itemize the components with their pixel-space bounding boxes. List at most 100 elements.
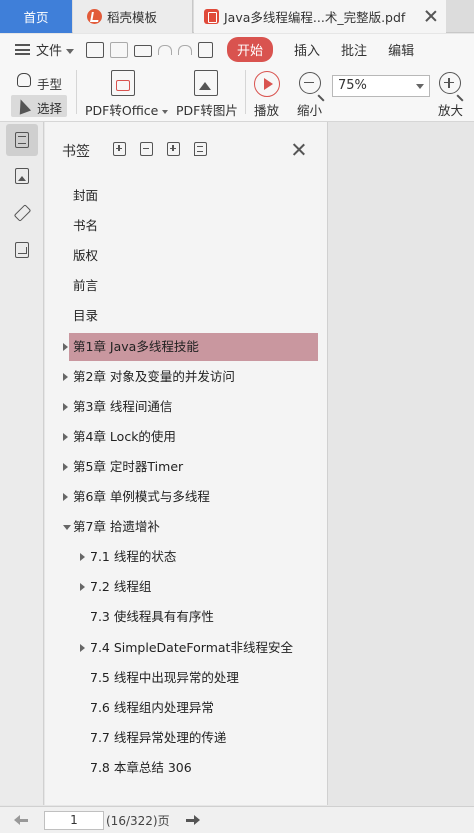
bookmark-item[interactable]: 版权 <box>69 242 318 270</box>
bookmark-item[interactable]: 第7章 拾遗增补 <box>63 513 318 541</box>
bookmark-item[interactable]: 7.4 SimpleDateFormat非线程安全 <box>69 634 318 662</box>
open-folder-icon[interactable] <box>86 41 105 58</box>
tab-document[interactable]: Java多线程编程...术_完整版.pdf <box>194 0 446 33</box>
pdf-to-office-button[interactable]: PDF转Office <box>85 100 169 119</box>
bookmarks-title: 书签 <box>62 144 90 160</box>
add-bookmark-icon[interactable] <box>113 142 126 156</box>
bookmark-label: 第1章 Java多线程技能 <box>73 339 199 354</box>
bookmark-item[interactable]: 书名 <box>69 212 318 240</box>
ribbon-divider <box>245 70 246 114</box>
bookmark-item[interactable]: 第5章 定时器Timer <box>63 453 318 481</box>
save-icon[interactable] <box>110 41 129 58</box>
document-view[interactable] <box>329 122 474 805</box>
close-panel-icon[interactable] <box>292 142 306 156</box>
hand-tool-icon[interactable] <box>17 73 31 87</box>
side-nav-strip <box>0 122 44 805</box>
thumbnail-icon <box>15 168 29 184</box>
quick-access-toolbar <box>86 41 214 58</box>
pdf-file-icon <box>204 9 219 24</box>
bookmark-item[interactable]: 第1章 Java多线程技能 <box>63 333 318 361</box>
tab-start[interactable]: 开始 <box>227 37 274 62</box>
collapse-arrow-icon[interactable] <box>63 525 71 530</box>
bookmark-item[interactable]: 7.2 线程组 <box>69 573 318 601</box>
attachments-panel-button[interactable] <box>6 234 38 266</box>
bookmark-label: 7.2 线程组 <box>90 579 152 594</box>
bookmark-item[interactable]: 7.8 本章总结 306 <box>69 754 318 782</box>
zoom-level-value: 75% <box>338 78 367 93</box>
bookmark-item[interactable]: 7.1 线程的状态 <box>69 543 318 571</box>
file-menu-label: 文件 <box>36 44 63 59</box>
daoke-logo-icon <box>87 9 102 24</box>
expand-arrow-icon[interactable] <box>63 433 68 441</box>
bookmark-label: 7.6 线程组内处理异常 <box>90 700 214 715</box>
print-icon[interactable] <box>134 45 153 57</box>
zoom-out-button[interactable]: 缩小 <box>297 100 322 119</box>
expand-arrow-icon[interactable] <box>63 463 68 471</box>
bookmark-label: 7.1 线程的状态 <box>90 549 177 564</box>
export-icon[interactable] <box>198 41 214 58</box>
bookmark-list-icon <box>15 132 29 148</box>
thumbnails-panel-button[interactable] <box>6 160 38 192</box>
tab-home-label: 首页 <box>23 10 49 25</box>
bookmark-item[interactable]: 第4章 Lock的使用 <box>63 423 318 451</box>
bookmark-label: 第4章 Lock的使用 <box>73 429 176 444</box>
bookmark-item[interactable]: 第6章 单例模式与多线程 <box>63 483 318 511</box>
bookmarks-panel-button[interactable] <box>6 124 38 156</box>
chevron-down-icon <box>66 49 75 54</box>
bookmark-item[interactable]: 前言 <box>69 272 318 300</box>
bookmark-item[interactable]: 7.3 使线程具有有序性 <box>69 603 318 631</box>
bookmark-label: 版权 <box>73 248 99 263</box>
bookmark-item[interactable]: 目录 <box>69 302 318 330</box>
tab-insert[interactable]: 插入 <box>294 40 320 59</box>
delete-bookmark-icon[interactable] <box>140 142 153 156</box>
bookmark-item[interactable]: 7.6 线程组内处理异常 <box>69 694 318 722</box>
zoom-in-button[interactable]: 放大 <box>438 100 463 119</box>
page-navigation-bar: 1 (16/322)页 <box>0 806 474 833</box>
bookmark-item[interactable]: 7.7 线程异常处理的传递 <box>69 724 318 752</box>
hamburger-menu-icon[interactable] <box>15 44 30 55</box>
expand-arrow-icon[interactable] <box>80 644 85 652</box>
expand-arrow-icon[interactable] <box>63 343 68 351</box>
play-button[interactable]: 播放 <box>254 100 279 119</box>
tab-bar: 首页 稻壳模板 Java多线程编程...术_完整版.pdf <box>0 0 474 33</box>
add-child-bookmark-icon[interactable] <box>167 142 180 156</box>
expand-arrow-icon[interactable] <box>63 403 68 411</box>
pdf-to-office-icon[interactable] <box>111 70 135 96</box>
bookmark-item[interactable]: 7.5 线程中出现异常的处理 <box>69 664 318 692</box>
expand-arrow-icon[interactable] <box>80 553 85 561</box>
tab-daoke-templates[interactable]: 稻壳模板 <box>73 0 193 33</box>
next-page-icon[interactable] <box>186 815 200 825</box>
bookmarks-panel: 书签 封面 书名版权前言 目录第1章 Java多线程技能第2章 对象及变量的并发访问… <box>45 122 328 805</box>
tab-edit[interactable]: 编辑 <box>388 40 414 59</box>
tab-document-label: Java多线程编程...术_完整版.pdf <box>224 10 406 25</box>
expand-arrow-icon[interactable] <box>63 373 68 381</box>
menu-bar: 文件 开始 插入 批注 编辑 <box>0 34 474 65</box>
redo-icon[interactable] <box>178 44 193 55</box>
pdf-to-image-button[interactable]: PDF转图片 <box>176 100 238 119</box>
bookmark-item[interactable]: 第2章 对象及变量的并发访问 <box>63 363 318 391</box>
previous-page-icon[interactable] <box>14 815 28 825</box>
tab-home[interactable]: 首页 <box>0 0 72 33</box>
bookmark-label: 7.5 线程中出现异常的处理 <box>90 670 239 685</box>
pen-icon <box>13 204 32 222</box>
expand-arrow-icon[interactable] <box>80 583 85 591</box>
annotations-panel-button[interactable] <box>6 197 38 229</box>
bookmark-options-icon[interactable] <box>194 142 207 156</box>
close-tab-icon[interactable] <box>423 8 439 24</box>
zoom-in-icon[interactable] <box>439 72 461 94</box>
expand-arrow-icon[interactable] <box>63 493 68 501</box>
bookmark-item[interactable]: 第3章 线程间通信 <box>63 393 318 421</box>
zoom-out-icon[interactable] <box>299 72 321 94</box>
undo-icon[interactable] <box>158 44 173 55</box>
bookmark-item[interactable]: 封面 <box>69 182 318 210</box>
ribbon-divider <box>76 70 77 114</box>
hand-tool-button[interactable]: 手型 <box>37 74 62 93</box>
bookmark-label: 第5章 定时器Timer <box>73 459 184 474</box>
file-menu[interactable]: 文件 <box>36 40 75 59</box>
pdf-to-image-icon[interactable] <box>194 70 218 96</box>
tab-annotate[interactable]: 批注 <box>341 40 367 59</box>
play-icon[interactable] <box>254 71 280 97</box>
page-number-input[interactable]: 1 <box>44 811 104 830</box>
zoom-level-select[interactable]: 75% <box>332 75 430 97</box>
bookmark-label: 7.4 SimpleDateFormat非线程安全 <box>90 640 293 655</box>
